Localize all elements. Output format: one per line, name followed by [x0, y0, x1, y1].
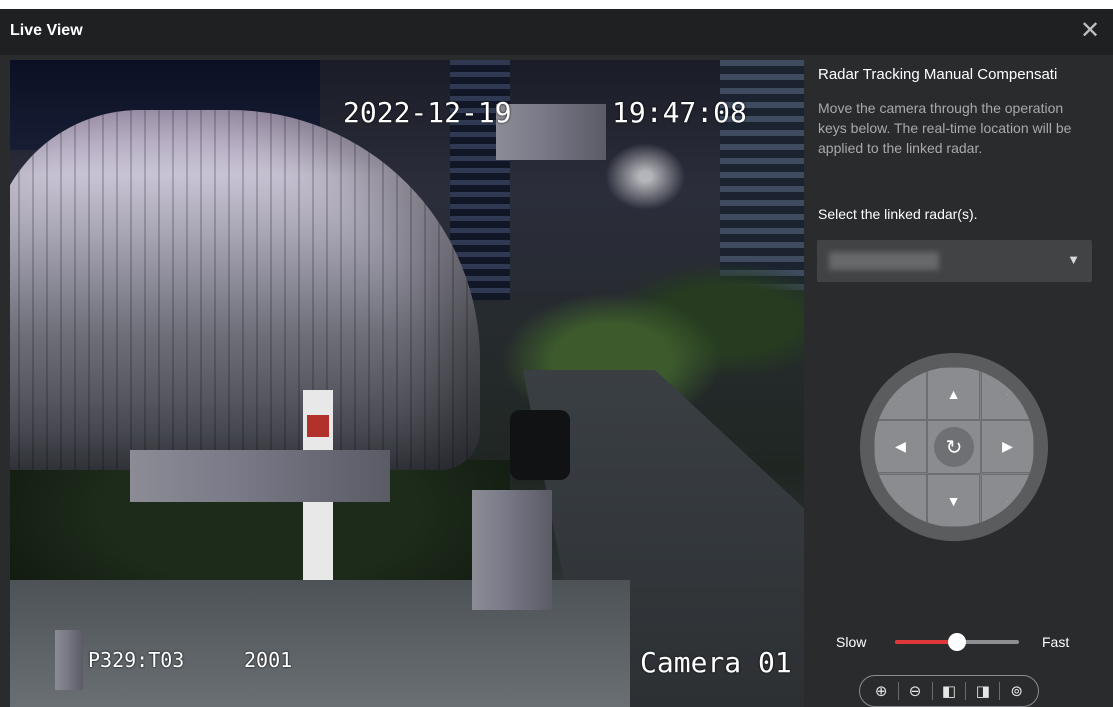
arrow-up-icon: ▲ [946, 385, 961, 402]
live-view-window: Live View ✕ 2022-12-19 19:47:08 P329:T03… [0, 9, 1113, 707]
radar-compensation-panel: Radar Tracking Manual Compensati Move th… [808, 60, 1113, 707]
focus-near-icon[interactable]: ◧ [935, 682, 963, 700]
privacy-mask [472, 490, 552, 610]
linked-radar-value [829, 252, 939, 270]
ptz-left-button[interactable]: ◀ [874, 420, 927, 473]
ptz-right-button[interactable]: ▶ [981, 420, 1034, 473]
rotate-icon: ↻ [934, 427, 974, 467]
dot-icon: · [899, 495, 902, 506]
chevron-down-icon: ▼ [1067, 252, 1080, 267]
video-feed[interactable]: 2022-12-19 19:47:08 P329:T03 2001 Camera… [10, 60, 804, 707]
toolbar-divider [965, 682, 967, 700]
osd-camera-name: Camera 01 [640, 646, 792, 679]
scene-car [510, 410, 570, 480]
scene-building [10, 110, 480, 470]
panel-title: Radar Tracking Manual Compensati [818, 66, 1058, 83]
linked-radar-select[interactable]: ▼ [817, 240, 1092, 282]
dot-icon: · [899, 388, 902, 399]
osd-position: P329:T03 [88, 648, 185, 672]
ptz-control: · ▲ · ◀ ↻ ▶ · ▼ · [860, 353, 1048, 541]
speed-slider[interactable] [895, 633, 1019, 651]
osd-time: 19:47:08 [612, 96, 747, 129]
ptz-up-button[interactable]: ▲ [927, 367, 980, 420]
ptz-down-left-button[interactable]: · [874, 474, 927, 527]
speed-slow-label: Slow [836, 634, 867, 650]
ptz-center-button[interactable]: ↻ [927, 420, 981, 474]
privacy-mask [55, 630, 83, 690]
speed-slider-thumb[interactable] [948, 633, 966, 651]
ptz-inner-ring: · ▲ · ◀ ↻ ▶ · ▼ · [874, 367, 1034, 527]
titlebar: Live View ✕ [0, 9, 1113, 55]
ptz-down-right-button[interactable]: · [981, 474, 1034, 527]
arrow-down-icon: ▼ [946, 492, 961, 509]
osd-number: 2001 [244, 648, 293, 672]
speed-fast-label: Fast [1042, 634, 1070, 650]
ptz-up-left-button[interactable]: · [874, 367, 927, 420]
3d-zoom-icon[interactable]: ⊚ [1003, 682, 1031, 700]
toolbar-divider [999, 682, 1001, 700]
arrow-right-icon: ▶ [1002, 438, 1013, 454]
window-title: Live View [10, 22, 83, 39]
privacy-mask [496, 104, 606, 160]
toolbar-divider [897, 682, 899, 700]
dot-icon: · [1006, 388, 1009, 399]
focus-far-icon[interactable]: ◨ [969, 682, 997, 700]
select-radar-label: Select the linked radar(s). [818, 206, 978, 222]
privacy-mask [130, 450, 390, 502]
close-icon[interactable]: ✕ [1077, 18, 1103, 44]
zoom-in-icon[interactable]: ⊕ [867, 682, 895, 700]
osd-date: 2022-12-19 [343, 96, 512, 129]
ptz-down-button[interactable]: ▼ [927, 474, 980, 527]
dot-icon: · [1006, 495, 1009, 506]
panel-description: Move the camera through the operation ke… [818, 100, 1072, 156]
lens-toolbar: ⊕ ⊖ ◧ ◨ ⊚ [859, 675, 1039, 707]
arrow-left-icon: ◀ [895, 438, 906, 454]
zoom-out-icon[interactable]: ⊖ [901, 682, 929, 700]
ptz-up-right-button[interactable]: · [981, 367, 1034, 420]
toolbar-divider [931, 682, 933, 700]
